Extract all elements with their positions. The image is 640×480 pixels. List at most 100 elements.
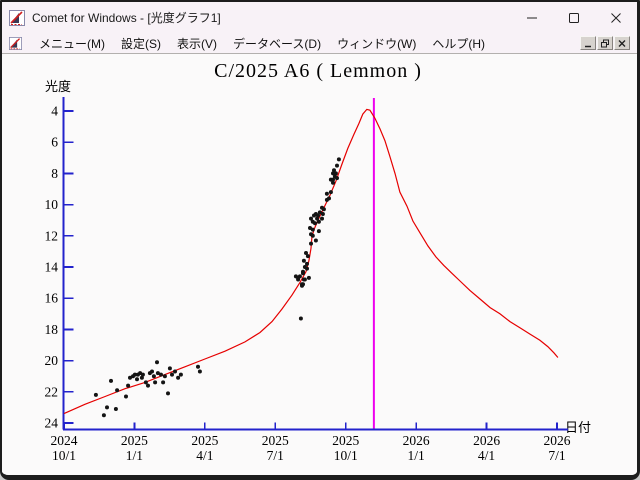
data-point <box>135 377 139 381</box>
x-tick-label-day: 7/1 <box>548 448 565 463</box>
menu-item-menu[interactable]: メニュー(M) <box>31 35 113 52</box>
data-point <box>303 278 307 282</box>
data-point <box>299 317 303 321</box>
data-point <box>335 164 339 168</box>
x-tick-label-year: 2026 <box>543 433 570 448</box>
window-title: Comet for Windows - [光度グラフ1] <box>32 9 511 26</box>
data-point <box>114 407 118 411</box>
data-point <box>159 373 163 377</box>
data-point <box>331 181 335 185</box>
x-tick-label-year: 2024 <box>51 433 78 448</box>
data-point <box>176 376 180 380</box>
data-point <box>179 373 183 377</box>
data-point <box>141 373 145 377</box>
data-point <box>322 207 326 211</box>
mdi-window-controls <box>580 36 630 50</box>
x-tick-label-day: 4/1 <box>196 448 213 463</box>
data-point <box>126 384 130 388</box>
y-tick-label: 10 <box>45 197 59 212</box>
data-point <box>196 365 200 369</box>
y-tick-label: 14 <box>45 260 59 275</box>
data-point <box>301 270 305 274</box>
data-point <box>307 276 311 280</box>
data-point <box>325 192 329 196</box>
y-tick-label: 4 <box>51 104 58 119</box>
y-tick-label: 16 <box>45 291 59 306</box>
menubar: メニュー(M) 設定(S) 表示(V) データベース(D) ウィンドウ(W) ヘ… <box>2 33 637 54</box>
y-tick-label: 18 <box>45 322 59 337</box>
data-point <box>146 384 150 388</box>
data-point <box>306 254 310 258</box>
menu-item-help[interactable]: ヘルプ(H) <box>424 35 493 52</box>
data-point <box>298 274 302 278</box>
data-point <box>166 391 170 395</box>
menu-item-window[interactable]: ウィンドウ(W) <box>329 35 424 52</box>
data-point <box>301 282 305 286</box>
y-tick-label: 24 <box>45 416 59 431</box>
data-point <box>163 374 167 378</box>
data-point <box>161 380 165 384</box>
data-point <box>102 413 106 417</box>
data-point <box>198 370 202 374</box>
data-point <box>305 262 309 266</box>
chart-title: C/2025 A6 ( Lemmon ) <box>214 60 422 82</box>
y-tick-label: 20 <box>45 353 59 368</box>
mdi-close-button[interactable] <box>614 36 630 50</box>
app-window: Comet for Windows - [光度グラフ1] メニュー(M) 設定(… <box>0 0 640 480</box>
x-tick-label-year: 2026 <box>473 433 500 448</box>
data-point <box>311 234 315 238</box>
data-point <box>115 388 119 392</box>
x-tick-label-day: 10/1 <box>334 448 358 463</box>
data-point <box>153 380 157 384</box>
data-point <box>335 176 339 180</box>
x-tick-label-year: 2025 <box>332 433 359 448</box>
maximize-button[interactable] <box>553 2 595 33</box>
data-point <box>302 259 306 263</box>
data-point <box>309 242 313 246</box>
data-point <box>317 220 321 224</box>
data-point <box>124 395 128 399</box>
data-point <box>320 217 324 221</box>
chart-area: C/2025 A6 ( Lemmon )光度日付4681012141618202… <box>2 54 637 475</box>
x-tick-label-year: 2025 <box>262 433 289 448</box>
data-point <box>327 196 331 200</box>
light-curve-chart: C/2025 A6 ( Lemmon )光度日付4681012141618202… <box>2 54 637 475</box>
data-point <box>311 228 315 232</box>
document-system-menu-icon[interactable] <box>9 37 22 50</box>
mdi-minimize-button[interactable] <box>580 36 596 50</box>
data-point <box>168 366 172 370</box>
x-tick-label-day: 4/1 <box>478 448 495 463</box>
close-button[interactable] <box>595 2 637 33</box>
data-point <box>337 157 341 161</box>
data-point <box>105 405 109 409</box>
x-tick-label-day: 1/1 <box>126 448 143 463</box>
y-tick-label: 12 <box>45 228 59 243</box>
data-point <box>305 267 309 271</box>
minimize-button[interactable] <box>511 2 553 33</box>
y-tick-label: 22 <box>45 384 59 399</box>
menu-item-view[interactable]: 表示(V) <box>169 35 225 52</box>
data-point <box>94 393 98 397</box>
menu-item-settings[interactable]: 設定(S) <box>113 35 169 52</box>
data-point <box>334 171 338 175</box>
titlebar[interactable]: Comet for Windows - [光度グラフ1] <box>2 2 637 33</box>
data-point <box>329 190 333 194</box>
x-tick-label-day: 1/1 <box>408 448 425 463</box>
menu-item-database[interactable]: データベース(D) <box>225 35 329 52</box>
data-point <box>317 229 321 233</box>
data-point <box>313 221 317 225</box>
data-point <box>314 239 318 243</box>
x-tick-label-day: 10/1 <box>52 448 76 463</box>
y-tick-label: 8 <box>51 166 58 181</box>
data-point <box>173 370 177 374</box>
x-tick-label-year: 2025 <box>191 433 218 448</box>
window-controls <box>511 2 637 33</box>
y-axis-label: 光度 <box>45 79 71 94</box>
data-point <box>152 374 156 378</box>
predicted-light-curve <box>64 109 558 413</box>
data-point <box>321 212 325 216</box>
data-point <box>150 370 154 374</box>
mdi-restore-button[interactable] <box>597 36 613 50</box>
app-icon <box>9 10 25 26</box>
x-tick-label-year: 2026 <box>403 433 430 448</box>
